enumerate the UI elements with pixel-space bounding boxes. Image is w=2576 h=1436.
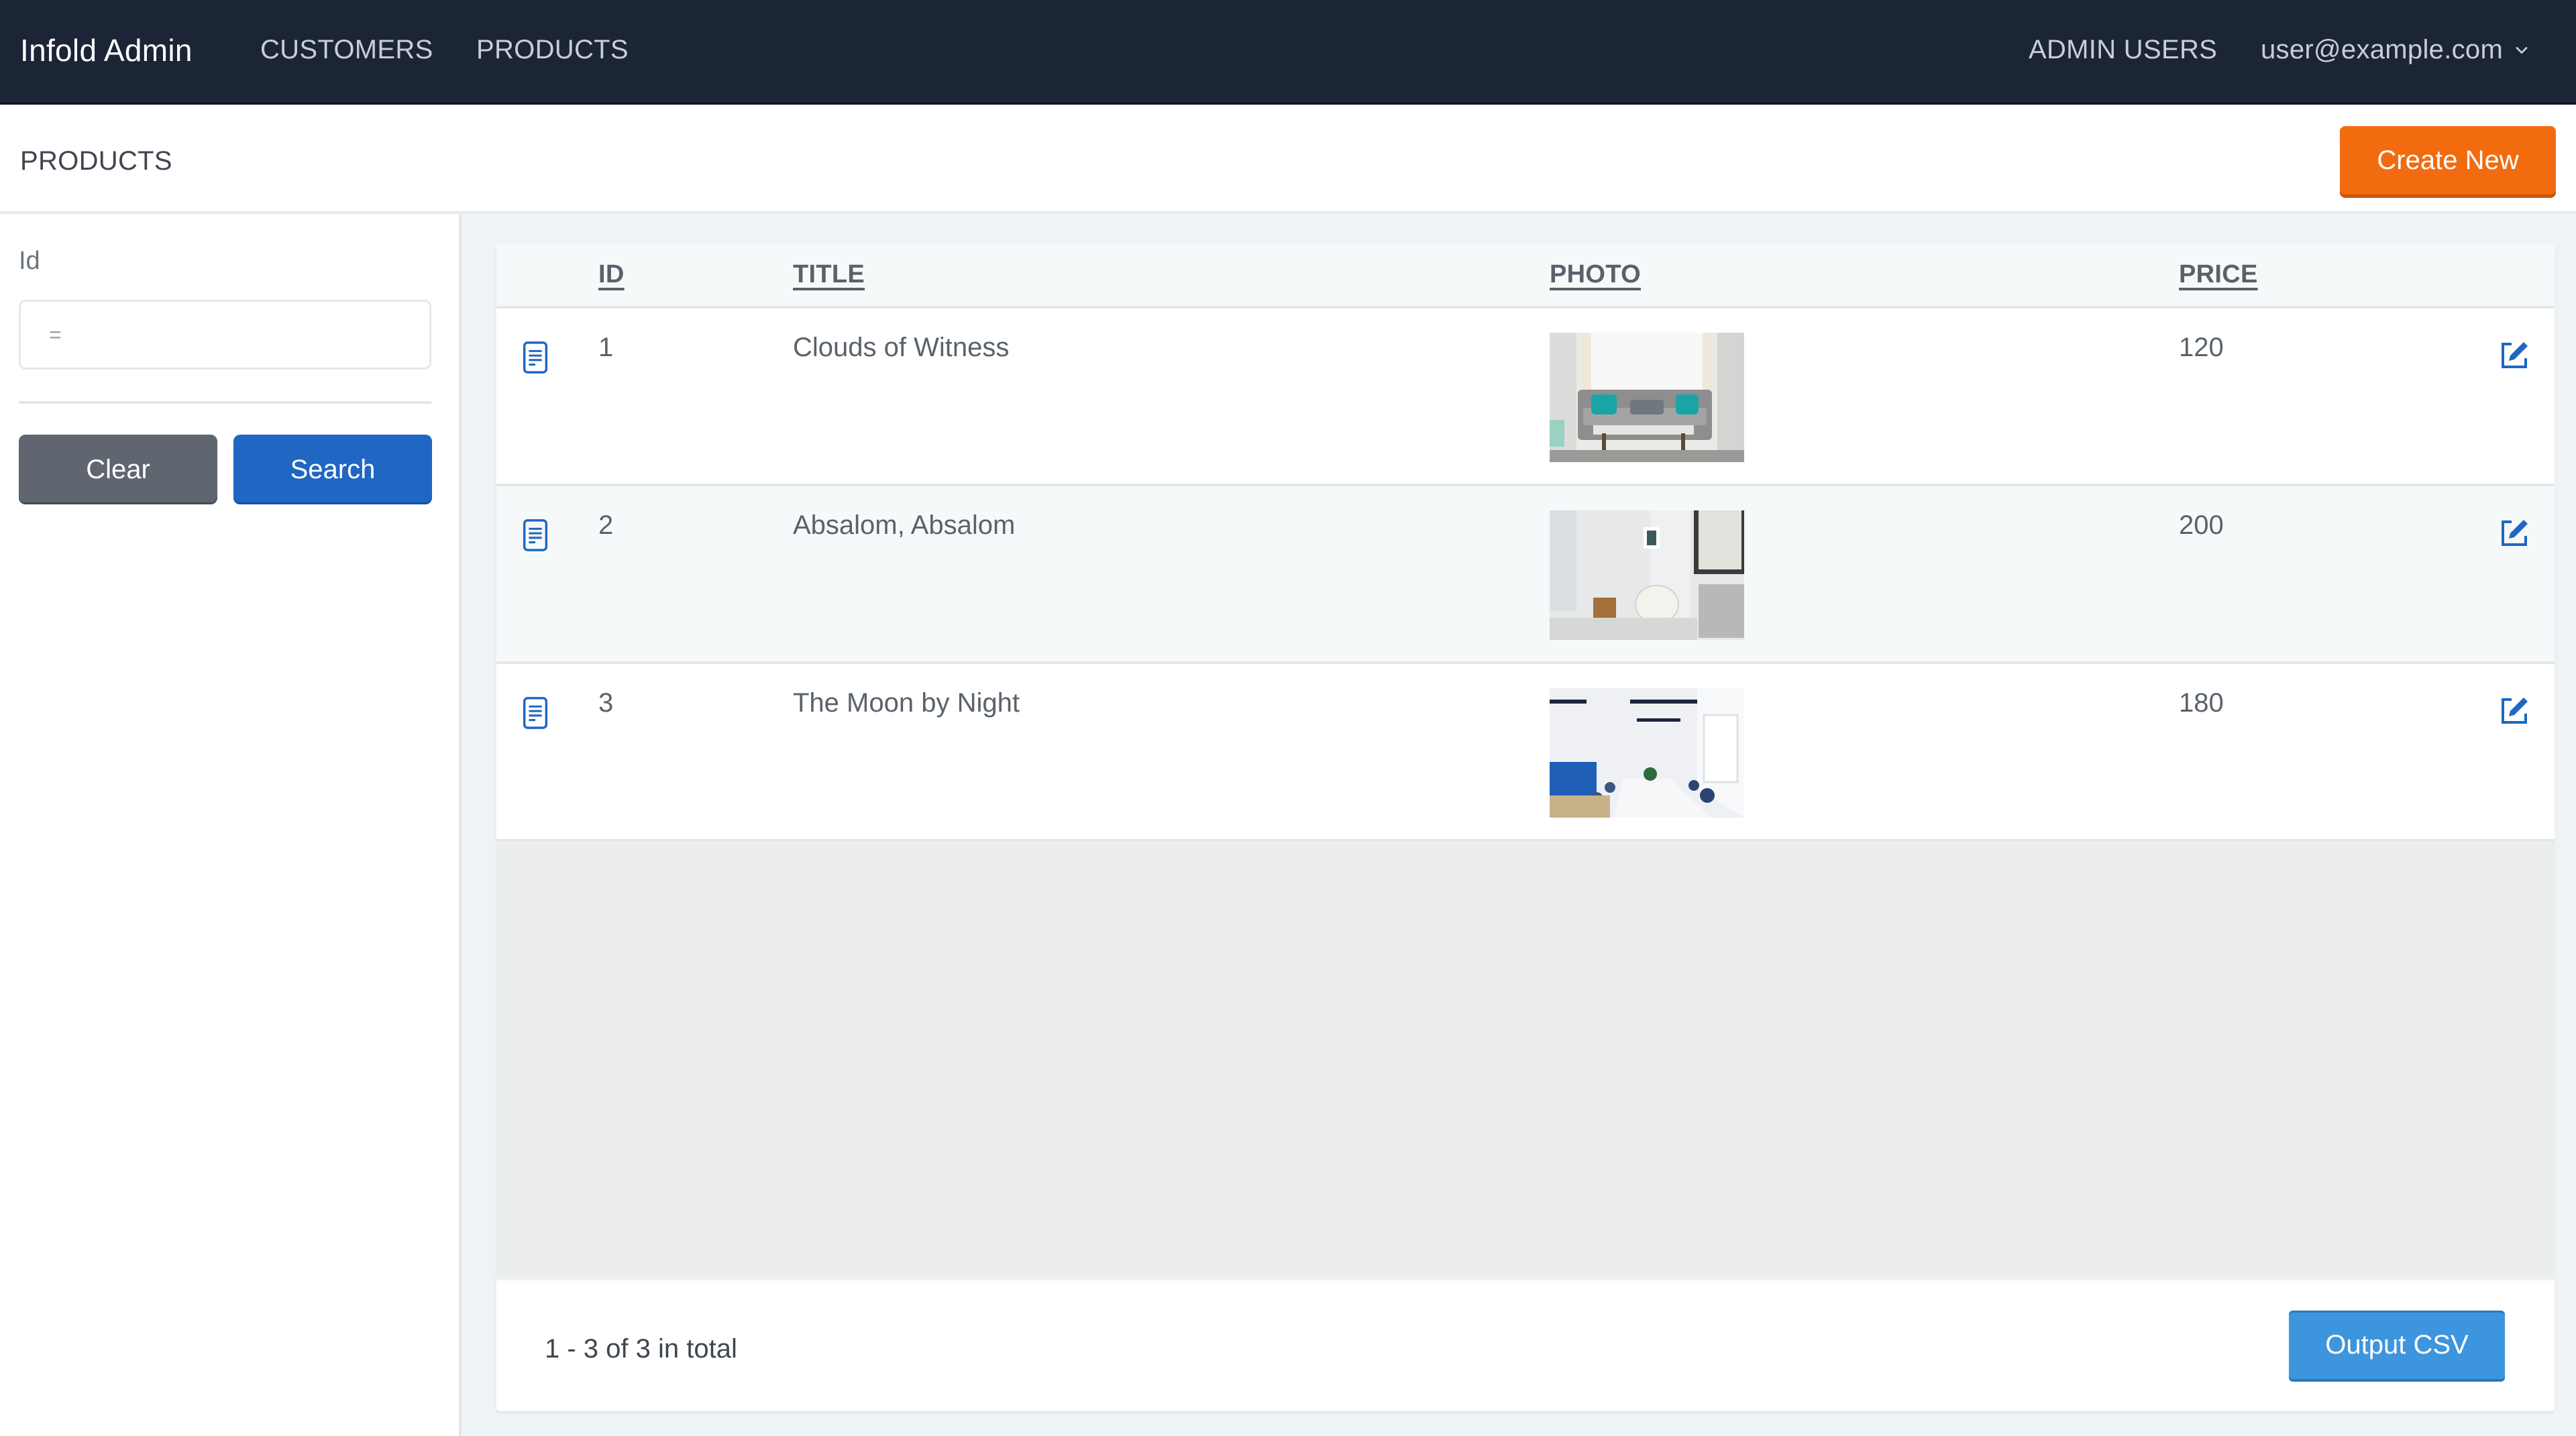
brand-logo[interactable]: Infold Admin: [20, 32, 193, 68]
edit-icon[interactable]: [2498, 339, 2530, 372]
cell-id: 2: [598, 510, 614, 540]
user-menu[interactable]: user@example.com: [2261, 35, 2531, 65]
table-row: 2 Absalom, Absalom 200: [496, 486, 2555, 664]
cell-id: 1: [598, 333, 614, 362]
products-table-card: ID TITLE PHOTO PRICE 1 Clouds of Witness: [496, 244, 2555, 1411]
edit-icon[interactable]: [2498, 695, 2530, 727]
filter-divider: [19, 401, 431, 404]
cell-title: The Moon by Night: [793, 688, 1020, 718]
search-button[interactable]: Search: [233, 435, 432, 504]
cell-id: 3: [598, 688, 614, 718]
cell-price: 200: [2179, 510, 2224, 540]
user-email: user@example.com: [2261, 35, 2504, 64]
page-title: PRODUCTS: [20, 146, 172, 176]
nav-customers[interactable]: CUSTOMERS: [260, 35, 433, 65]
create-new-button[interactable]: Create New: [2340, 126, 2556, 195]
nav-admin-users[interactable]: ADMIN USERS: [2029, 35, 2217, 65]
page-header: PRODUCTS Create New: [0, 105, 2576, 213]
product-photo[interactable]: [1550, 333, 1744, 462]
top-navbar: Infold Admin CUSTOMERS PRODUCTS ADMIN US…: [0, 0, 2576, 105]
table-footer: 1 - 3 of 3 in total Output CSV: [496, 1278, 2555, 1411]
column-header-id[interactable]: ID: [598, 260, 625, 289]
cell-title: Absalom, Absalom: [793, 510, 1016, 540]
id-filter-input[interactable]: [19, 300, 431, 370]
document-icon[interactable]: [522, 518, 549, 552]
column-header-price[interactable]: PRICE: [2179, 260, 2258, 289]
table-row: 1 Clouds of Witness 120: [496, 309, 2555, 486]
id-filter-label: Id: [19, 247, 40, 275]
nav-products[interactable]: PRODUCTS: [476, 35, 629, 65]
chevron-down-icon: [2516, 46, 2528, 54]
clear-button[interactable]: Clear: [19, 435, 217, 504]
product-photo[interactable]: [1550, 688, 1744, 818]
column-header-title[interactable]: TITLE: [793, 260, 865, 289]
search-sidebar: Id Clear Search: [0, 215, 462, 1436]
cell-title: Clouds of Witness: [793, 333, 1010, 362]
table-header: ID TITLE PHOTO PRICE: [496, 244, 2555, 309]
edit-icon[interactable]: [2498, 517, 2530, 549]
document-icon[interactable]: [522, 696, 549, 730]
output-csv-button[interactable]: Output CSV: [2289, 1311, 2505, 1379]
product-photo[interactable]: [1550, 510, 1744, 640]
cell-price: 180: [2179, 688, 2224, 718]
document-icon[interactable]: [522, 341, 549, 374]
cell-price: 120: [2179, 333, 2224, 362]
table-row: 3 The Moon by Night 180: [496, 664, 2555, 842]
column-header-photo[interactable]: PHOTO: [1550, 260, 1641, 289]
pagination-info: 1 - 3 of 3 in total: [545, 1334, 737, 1364]
